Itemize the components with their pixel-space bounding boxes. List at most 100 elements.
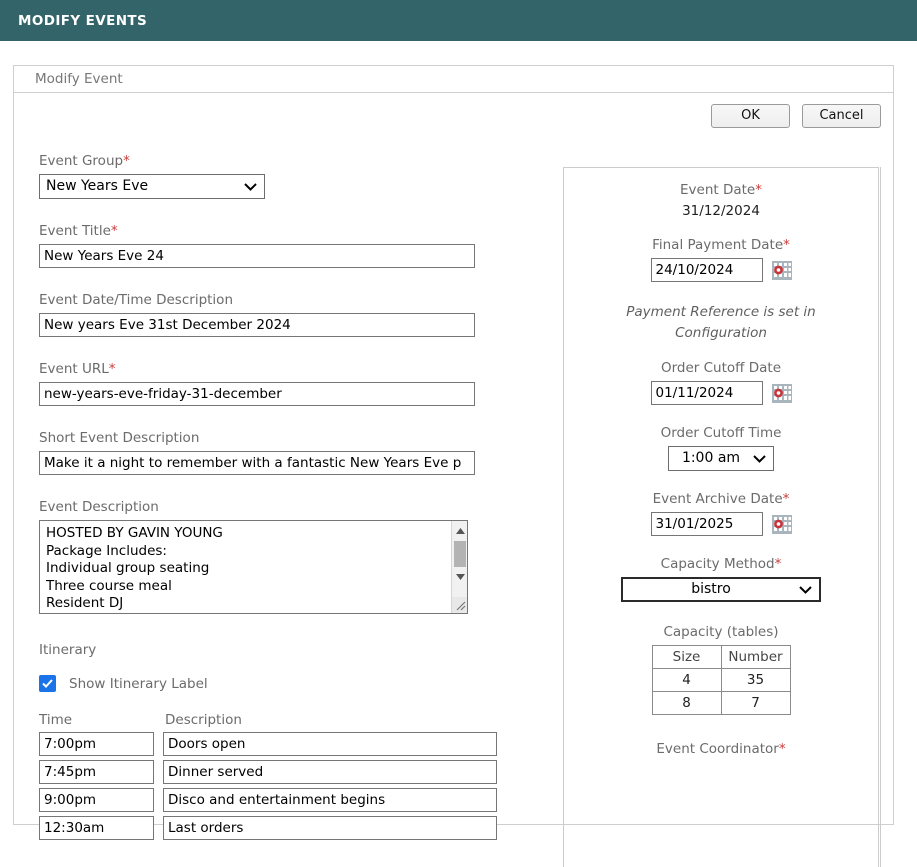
event-description-textarea[interactable]: HOSTED BY GAVIN YOUNG Package Includes: …	[39, 520, 468, 614]
itinerary-time-input[interactable]: 12:30am	[39, 816, 154, 840]
scroll-up-icon[interactable]	[452, 523, 467, 539]
event-title-label: Event Title*	[39, 223, 549, 239]
final-payment-date-input[interactable]: 24/10/2024	[650, 258, 763, 282]
short-event-description-label: Short Event Description	[39, 430, 200, 446]
event-description-label: Event Description	[39, 499, 159, 515]
itinerary-description-input[interactable]: Doors open	[163, 732, 497, 756]
chevron-down-icon	[244, 182, 257, 191]
itinerary-description-header: Description	[165, 712, 242, 728]
table-row: 8 7	[651, 691, 791, 715]
event-group-label: Event Group*	[39, 153, 549, 169]
itinerary-row: 7:00pm Doors open	[39, 732, 549, 756]
event-date-label: Event Date*	[564, 182, 878, 198]
panel-header: Modify Event	[14, 66, 893, 93]
capacity-table-label: Capacity (tables)	[663, 624, 779, 640]
required-asterisk: *	[110, 223, 118, 239]
itinerary-time-header: Time	[39, 712, 73, 728]
event-group-select[interactable]: New Years Eve	[39, 174, 265, 199]
itinerary-description-input[interactable]: Last orders	[163, 816, 497, 840]
table-row: 4 35	[651, 668, 791, 692]
capacity-method-label: Capacity Method*	[564, 556, 878, 572]
payment-reference-note: Payment Reference is set in Configuratio…	[626, 304, 816, 341]
calendar-icon[interactable]	[771, 260, 792, 280]
capacity-method-value: bistro	[691, 581, 731, 597]
event-description-value: HOSTED BY GAVIN YOUNG Package Includes: …	[46, 525, 223, 611]
app-header-bar: MODIFY EVENTS	[0, 0, 917, 41]
check-icon	[42, 679, 53, 688]
itinerary-row: 9:00pm Disco and entertainment begins	[39, 788, 549, 812]
event-archive-date-row: 31/01/2025	[564, 512, 878, 536]
capacity-number-cell: 35	[720, 668, 791, 692]
itinerary-time-input[interactable]: 7:45pm	[39, 760, 154, 784]
order-cutoff-time-select[interactable]: 1:00 am	[668, 446, 774, 471]
final-payment-date-label-text: Final Payment Date	[652, 237, 784, 253]
capacity-size-cell: 4	[651, 668, 722, 692]
left-column: Event Group* New Years Eve Event Title* …	[39, 153, 549, 844]
right-column: Event Date* 31/12/2024 Final Payment Dat…	[563, 167, 879, 867]
required-asterisk: *	[783, 237, 790, 253]
show-itinerary-label-row[interactable]: Show Itinerary Label	[39, 675, 549, 692]
final-payment-date-row: 24/10/2024	[564, 258, 878, 282]
event-group-label-text: Event Group	[39, 153, 124, 169]
order-cutoff-time-value: 1:00 am	[681, 450, 741, 466]
order-cutoff-date-label: Order Cutoff Date	[660, 360, 782, 376]
required-asterisk: *	[755, 182, 762, 198]
itinerary-time-input[interactable]: 7:00pm	[39, 732, 154, 756]
capacity-number-cell: 7	[720, 691, 791, 715]
show-itinerary-label: Show Itinerary Label	[69, 675, 208, 692]
order-cutoff-date-row: 01/11/2024	[564, 381, 878, 405]
event-archive-date-input[interactable]: 31/01/2025	[650, 512, 763, 536]
event-url-label: Event URL*	[39, 361, 549, 377]
event-date-label-text: Event Date	[680, 182, 756, 198]
required-asterisk: *	[778, 741, 786, 757]
scroll-down-icon[interactable]	[452, 569, 467, 585]
page-title: Modify Event	[35, 71, 123, 87]
capacity-method-select[interactable]: bistro	[621, 577, 821, 602]
event-title-input[interactable]: New Years Eve 24	[39, 244, 475, 268]
capacity-size-cell: 8	[651, 691, 722, 715]
event-archive-date-label: Event Archive Date*	[564, 491, 878, 507]
required-asterisk: *	[774, 556, 782, 572]
event-title-label-text: Event Title	[39, 223, 111, 239]
app-title: MODIFY EVENTS	[18, 12, 148, 29]
order-cutoff-date-input[interactable]: 01/11/2024	[650, 381, 763, 405]
resize-grip-icon[interactable]	[452, 597, 467, 613]
capacity-method-label-text: Capacity Method	[660, 556, 775, 572]
required-asterisk: *	[782, 491, 790, 507]
calendar-icon[interactable]	[771, 383, 792, 403]
itinerary-row: 7:45pm Dinner served	[39, 760, 549, 784]
event-coordinator-label: Event Coordinator*	[564, 741, 878, 757]
final-payment-date-label: Final Payment Date*	[564, 237, 878, 253]
itinerary-row: 12:30am Last orders	[39, 816, 549, 840]
capacity-header-number: Number	[720, 645, 791, 669]
order-cutoff-time-label: Order Cutoff Time	[660, 425, 782, 441]
itinerary-section-label: Itinerary	[39, 642, 97, 658]
capacity-table: Size Number 4 35 8 7	[651, 645, 791, 715]
itinerary-description-input[interactable]: Disco and entertainment begins	[163, 788, 497, 812]
itinerary-column-headers: Time Description	[39, 712, 549, 728]
right-panel-edge	[880, 167, 881, 867]
event-datetime-description-label: Event Date/Time Description	[39, 292, 233, 308]
textarea-scrollbar[interactable]	[451, 521, 467, 613]
calendar-icon[interactable]	[771, 514, 792, 534]
event-url-input[interactable]: new-years-eve-friday-31-december	[39, 382, 475, 406]
capacity-header-size: Size	[651, 645, 722, 669]
chevron-down-icon	[753, 454, 766, 463]
form-body: Event Group* New Years Eve Event Title* …	[14, 93, 893, 867]
table-header-row: Size Number	[651, 645, 791, 669]
modify-event-panel: Modify Event OK Cancel Event Group* New …	[13, 65, 894, 867]
itinerary-time-input[interactable]: 9:00pm	[39, 788, 154, 812]
event-date-value: 31/12/2024	[682, 203, 760, 219]
event-coordinator-label-text: Event Coordinator	[656, 741, 779, 757]
event-group-value: New Years Eve	[46, 178, 149, 194]
scrollbar-thumb[interactable]	[454, 541, 466, 567]
event-datetime-description-input[interactable]: New years Eve 31st December 2024	[39, 313, 475, 337]
event-url-label-text: Event URL	[39, 361, 109, 377]
required-asterisk: *	[123, 153, 130, 169]
chevron-down-icon	[799, 585, 812, 594]
short-event-description-input[interactable]: Make it a night to remember with a fanta…	[39, 451, 475, 475]
event-archive-date-label-text: Event Archive Date	[652, 491, 783, 507]
itinerary-description-input[interactable]: Dinner served	[163, 760, 497, 784]
required-asterisk: *	[108, 361, 116, 377]
show-itinerary-checkbox[interactable]	[39, 675, 56, 692]
